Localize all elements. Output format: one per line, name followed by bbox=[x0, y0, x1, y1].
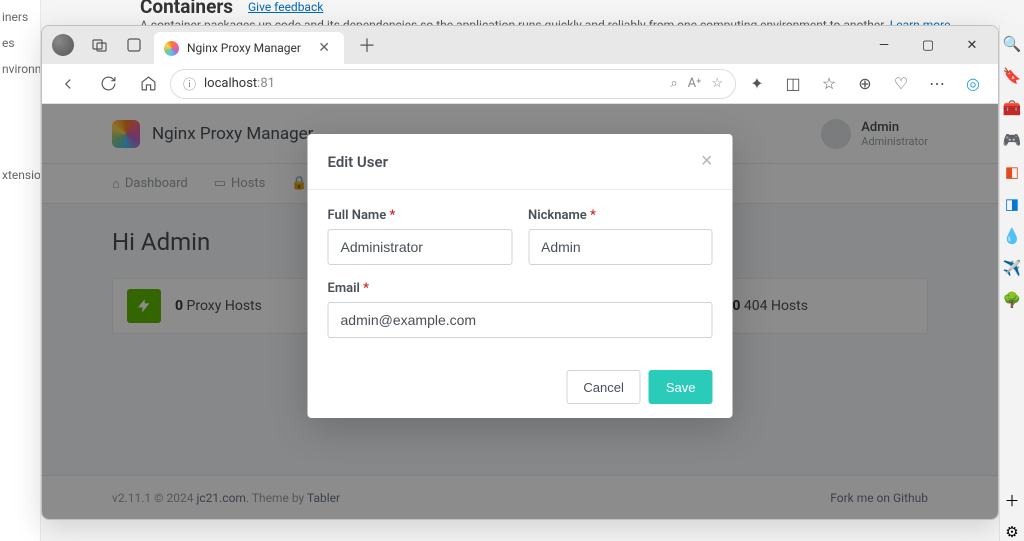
tab-title: Nginx Proxy Manager bbox=[187, 41, 306, 55]
games-icon[interactable]: 🎮 bbox=[1003, 131, 1021, 149]
health-icon[interactable]: ♡ bbox=[884, 68, 918, 100]
plus-icon[interactable]: ＋ bbox=[1003, 491, 1021, 509]
modal-close-button[interactable]: × bbox=[701, 150, 713, 173]
settings-icon[interactable]: ⚙ bbox=[1003, 523, 1021, 541]
email-label: Email * bbox=[328, 281, 713, 296]
address-bar: ⓘ localhost:81 ⌕ A⁺ ☆ ✦ ◫ ☆ ⊕ ♡ ⋯ ◎ bbox=[42, 64, 998, 104]
drop-icon[interactable]: 💧 bbox=[1003, 227, 1021, 245]
tab-close-button[interactable]: ✕ bbox=[314, 40, 334, 56]
host-sidebar: iners es nvironm xtensio bbox=[0, 0, 41, 541]
more-menu-icon[interactable]: ⋯ bbox=[920, 68, 954, 100]
copilot-icon[interactable]: ◎ bbox=[956, 68, 990, 100]
back-button[interactable] bbox=[50, 68, 86, 100]
send-icon[interactable]: ✈️ bbox=[1003, 259, 1021, 277]
save-button[interactable]: Save bbox=[649, 370, 713, 404]
full-name-label: Full Name * bbox=[328, 208, 513, 223]
edit-user-modal: Edit User × Full Name * Nickname * Email… bbox=[308, 134, 733, 418]
collections-icon[interactable]: ⊕ bbox=[848, 68, 882, 100]
url-input[interactable]: ⓘ localhost:81 ⌕ A⁺ ☆ bbox=[170, 69, 736, 99]
email-input[interactable] bbox=[328, 302, 713, 338]
host-sidebar-item[interactable]: es bbox=[0, 30, 40, 56]
host-sidebar-item[interactable]: nvironm bbox=[0, 56, 40, 82]
workspaces-icon[interactable] bbox=[86, 31, 114, 59]
site-info-icon[interactable]: ⓘ bbox=[183, 74, 196, 93]
modal-header: Edit User × bbox=[308, 134, 733, 190]
window-close-button[interactable]: ✕ bbox=[950, 26, 994, 64]
title-bar: Nginx Proxy Manager ✕ ＋ — ▢ ✕ bbox=[42, 26, 998, 64]
url-host: localhost bbox=[204, 76, 257, 91]
feedback-link[interactable]: Give feedback bbox=[248, 0, 323, 14]
read-aloud-icon[interactable]: A⁺ bbox=[688, 76, 702, 91]
extensions-icon[interactable]: ✦ bbox=[740, 68, 774, 100]
browser-window: Nginx Proxy Manager ✕ ＋ — ▢ ✕ ⓘ localhos… bbox=[41, 25, 999, 520]
modal-body: Full Name * Nickname * Email * bbox=[308, 190, 733, 356]
modal-title: Edit User bbox=[328, 153, 388, 171]
profile-avatar[interactable] bbox=[52, 34, 74, 56]
browser-tab[interactable]: Nginx Proxy Manager ✕ bbox=[154, 32, 344, 64]
favorite-icon[interactable]: ☆ bbox=[711, 76, 723, 91]
nickname-input[interactable] bbox=[528, 229, 713, 265]
tree-icon[interactable]: 🌳 bbox=[1003, 291, 1021, 309]
cancel-button[interactable]: Cancel bbox=[566, 370, 640, 404]
tab-favicon bbox=[164, 41, 179, 56]
host-sidebar-item[interactable]: xtensio bbox=[0, 162, 40, 188]
bg-heading: Containers bbox=[140, 0, 233, 18]
maximize-button[interactable]: ▢ bbox=[906, 26, 950, 64]
page-content: Nginx Proxy Manager Admin Administrator … bbox=[42, 104, 998, 519]
host-sidebar-item[interactable]: iners bbox=[0, 4, 40, 30]
new-tab-button[interactable]: ＋ bbox=[350, 32, 384, 58]
url-port: :81 bbox=[257, 76, 275, 91]
home-button[interactable] bbox=[130, 68, 166, 100]
tab-actions-icon[interactable] bbox=[120, 31, 148, 59]
refresh-button[interactable] bbox=[90, 68, 126, 100]
search-icon[interactable]: 🔍 bbox=[1003, 35, 1021, 53]
toolbox-icon[interactable]: 🧰 bbox=[1003, 99, 1021, 117]
split-screen-icon[interactable]: ◫ bbox=[776, 68, 810, 100]
office-icon[interactable]: ◧ bbox=[1003, 163, 1021, 181]
modal-footer: Cancel Save bbox=[308, 356, 733, 418]
key-icon[interactable]: ⌕ bbox=[670, 76, 677, 91]
favorites-icon[interactable]: ☆ bbox=[812, 68, 846, 100]
minimize-button[interactable]: — bbox=[862, 26, 906, 64]
shopping-tag-icon[interactable]: 🔖 bbox=[1003, 67, 1021, 85]
full-name-input[interactable] bbox=[328, 229, 513, 265]
nickname-label: Nickname * bbox=[528, 208, 713, 223]
outlook-icon[interactable]: ◨ bbox=[1003, 195, 1021, 213]
edge-sidebar: 🔍 🔖 🧰 🎮 ◧ ◨ 💧 ✈️ 🌳 ＋ ⚙ bbox=[999, 25, 1024, 541]
